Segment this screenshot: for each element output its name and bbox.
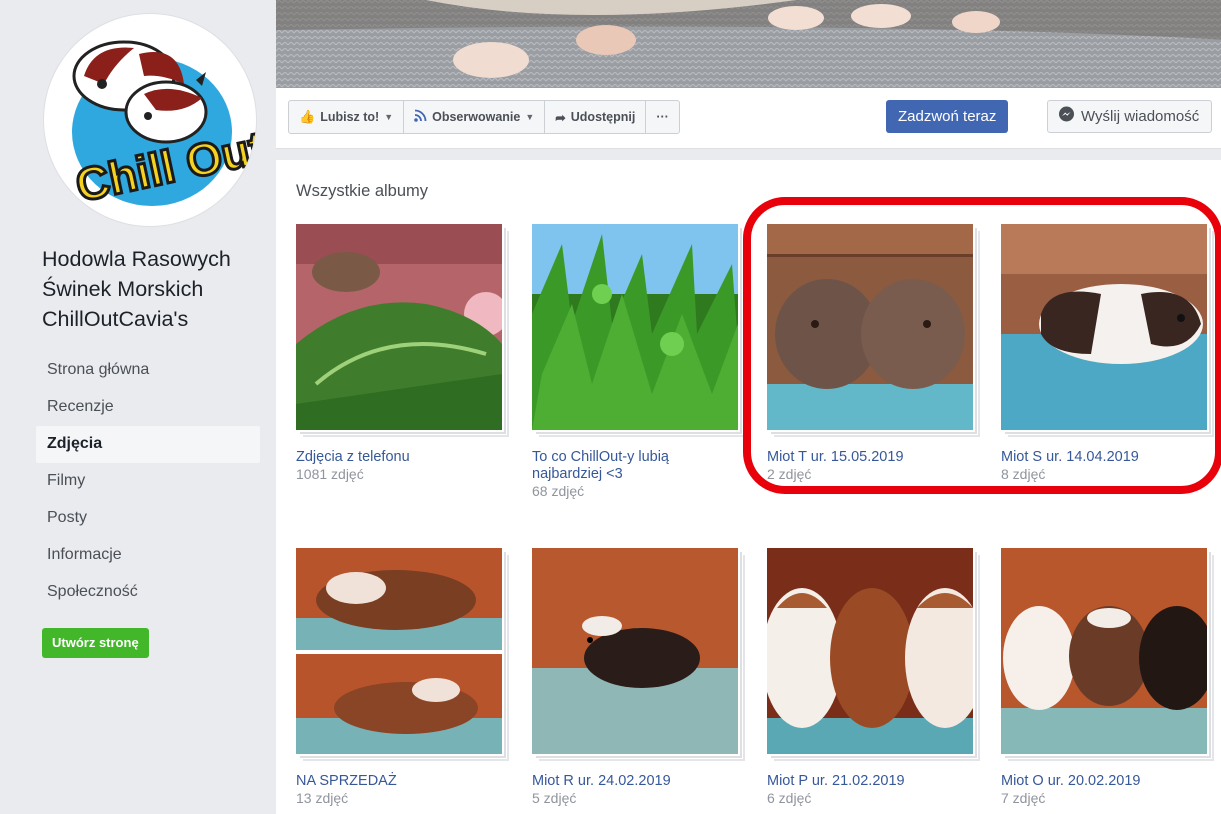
album-cover-thumbnail[interactable]	[296, 548, 502, 754]
album-card[interactable]: Miot P ur. 21.02.2019 6 zdjęć	[767, 548, 982, 807]
album-card[interactable]: Miot O ur. 20.02.2019 7 zdjęć	[1001, 548, 1216, 807]
album-title[interactable]: Miot R ur. 24.02.2019	[532, 773, 722, 790]
album-title[interactable]: Zdjęcia z telefonu	[296, 449, 486, 466]
album-title[interactable]: Miot T ur. 15.05.2019	[767, 449, 957, 466]
album-title[interactable]: Miot O ur. 20.02.2019	[1001, 773, 1191, 790]
album-cover-thumbnail[interactable]	[296, 224, 502, 430]
send-message-button[interactable]: Wyślij wiadomość	[1047, 100, 1213, 133]
follow-label: Obserwowanie	[432, 110, 521, 124]
album-photo-count: 13 zdjęć	[296, 790, 349, 806]
messenger-icon	[1058, 106, 1075, 127]
profile-picture[interactable]: Chill Out	[44, 14, 256, 226]
album-card[interactable]: Miot R ur. 24.02.2019 5 zdjęć	[532, 548, 747, 807]
album-title[interactable]: Miot P ur. 21.02.2019	[767, 773, 957, 790]
albums-panel: Wszystkie albumy Zdjęcia z telefonu 1081…	[276, 160, 1221, 814]
page-name-line: ChillOutCavia's	[42, 307, 189, 331]
album-card[interactable]: Zdjęcia z telefonu 1081 zdjęć	[296, 224, 511, 483]
left-column: Chill Out Hodowla Rasowych Świnek Morski…	[6, 0, 266, 814]
page-navigation: Strona główna Recenzje Zdjęcia Filmy Pos…	[36, 352, 260, 611]
album-photo-count: 2 zdjęć	[767, 466, 812, 482]
page-action-bar: 👍 Lubisz to! ▼ Obserwowanie ▼ ➦ Udostępn…	[276, 88, 1221, 149]
album-cover-thumbnail[interactable]	[1001, 548, 1207, 754]
caret-down-icon: ▼	[525, 112, 535, 122]
album-card[interactable]: To co ChillOut-y lubią najbardziej <3 68…	[532, 224, 747, 500]
nav-item-photos[interactable]: Zdjęcia	[36, 426, 260, 463]
more-options-button[interactable]: ···	[646, 101, 679, 133]
cover-photo[interactable]	[276, 0, 1221, 88]
album-card[interactable]: Miot S ur. 14.04.2019 8 zdjęć	[1001, 224, 1216, 483]
thumbs-up-icon: 👍	[299, 109, 316, 124]
album-cover-thumbnail[interactable]	[532, 224, 738, 430]
album-cover-thumbnail[interactable]	[532, 548, 738, 754]
album-photo-count: 1081 zdjęć	[296, 466, 364, 482]
album-cover-thumbnail[interactable]	[767, 224, 973, 430]
call-now-button[interactable]: Zadzwoń teraz	[886, 100, 1009, 133]
send-message-label: Wyślij wiadomość	[1081, 108, 1200, 125]
album-title[interactable]: Miot S ur. 14.04.2019	[1001, 449, 1191, 466]
album-photo-count: 68 zdjęć	[532, 483, 585, 499]
album-photo-count: 8 zdjęć	[1001, 466, 1046, 482]
chillout-logo: Chill Out	[70, 40, 256, 213]
nav-item-reviews[interactable]: Recenzje	[36, 389, 260, 426]
rss-icon	[414, 109, 427, 125]
nav-item-home[interactable]: Strona główna	[36, 352, 260, 389]
album-photo-count: 7 zdjęć	[1001, 790, 1046, 806]
albums-heading: Wszystkie albumy	[296, 182, 429, 200]
album-cover-thumbnail[interactable]	[1001, 224, 1207, 430]
page-action-buttons: 👍 Lubisz to! ▼ Obserwowanie ▼ ➦ Udostępn…	[288, 100, 680, 134]
more-dots-icon: ···	[656, 110, 669, 124]
create-page-button[interactable]: Utwórz stronę	[42, 628, 149, 658]
album-title[interactable]: NA SPRZEDAŻ	[296, 773, 486, 790]
share-arrow-icon: ➦	[555, 110, 566, 125]
cover-image	[276, 0, 1221, 88]
album-photo-count: 6 zdjęć	[767, 790, 812, 806]
nav-item-community[interactable]: Społeczność	[36, 574, 260, 611]
follow-button[interactable]: Obserwowanie ▼	[404, 101, 546, 133]
like-button[interactable]: 👍 Lubisz to! ▼	[289, 101, 405, 133]
like-label: Lubisz to!	[320, 110, 380, 124]
share-label: Udostępnij	[570, 110, 636, 124]
nav-item-posts[interactable]: Posty	[36, 500, 260, 537]
page-name[interactable]: Hodowla Rasowych Świnek Morskich ChillOu…	[42, 244, 262, 334]
caret-down-icon: ▼	[384, 112, 394, 122]
album-photo-count: 5 zdjęć	[532, 790, 577, 806]
facebook-page: Chill Out Hodowla Rasowych Świnek Morski…	[6, 0, 1221, 814]
nav-item-about[interactable]: Informacje	[36, 537, 260, 574]
page-name-line: Świnek Morskich	[42, 277, 204, 301]
album-cover-thumbnail[interactable]	[767, 548, 973, 754]
share-button[interactable]: ➦ Udostępnij	[545, 101, 647, 133]
album-title[interactable]: To co ChillOut-y lubią najbardziej <3	[532, 449, 722, 483]
album-card[interactable]: NA SPRZEDAŻ 13 zdjęć	[296, 548, 511, 807]
nav-item-videos[interactable]: Filmy	[36, 463, 260, 500]
page-name-line: Hodowla Rasowych	[42, 247, 231, 271]
album-card[interactable]: Miot T ur. 15.05.2019 2 zdjęć	[767, 224, 982, 483]
